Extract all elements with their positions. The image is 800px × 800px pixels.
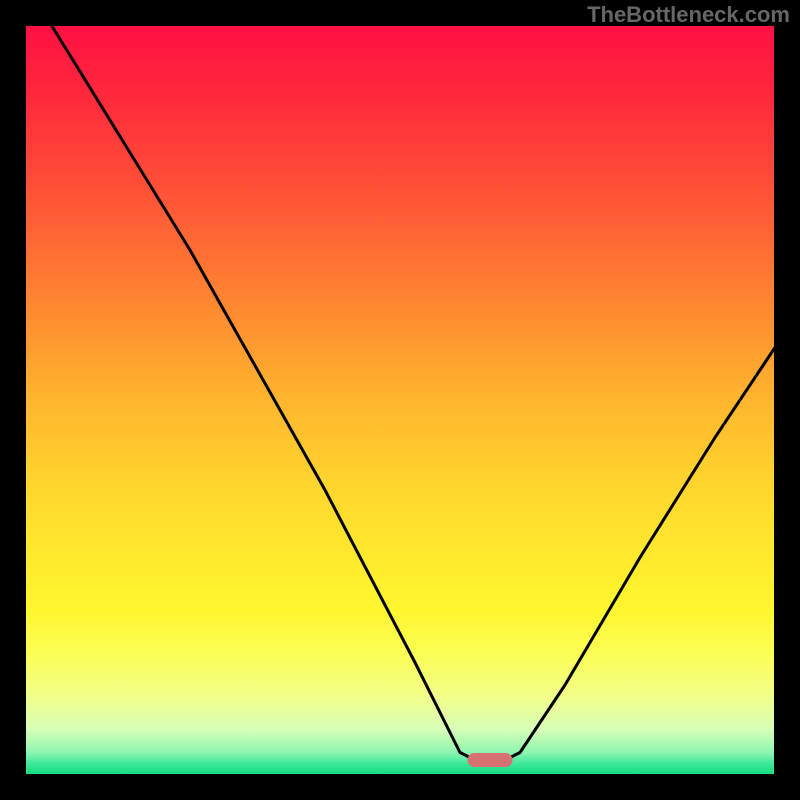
plot-background [25, 25, 775, 775]
watermark-text: TheBottleneck.com [587, 2, 790, 28]
chart-svg [0, 0, 800, 800]
bottleneck-chart: TheBottleneck.com [0, 0, 800, 800]
optimal-marker [468, 753, 513, 767]
